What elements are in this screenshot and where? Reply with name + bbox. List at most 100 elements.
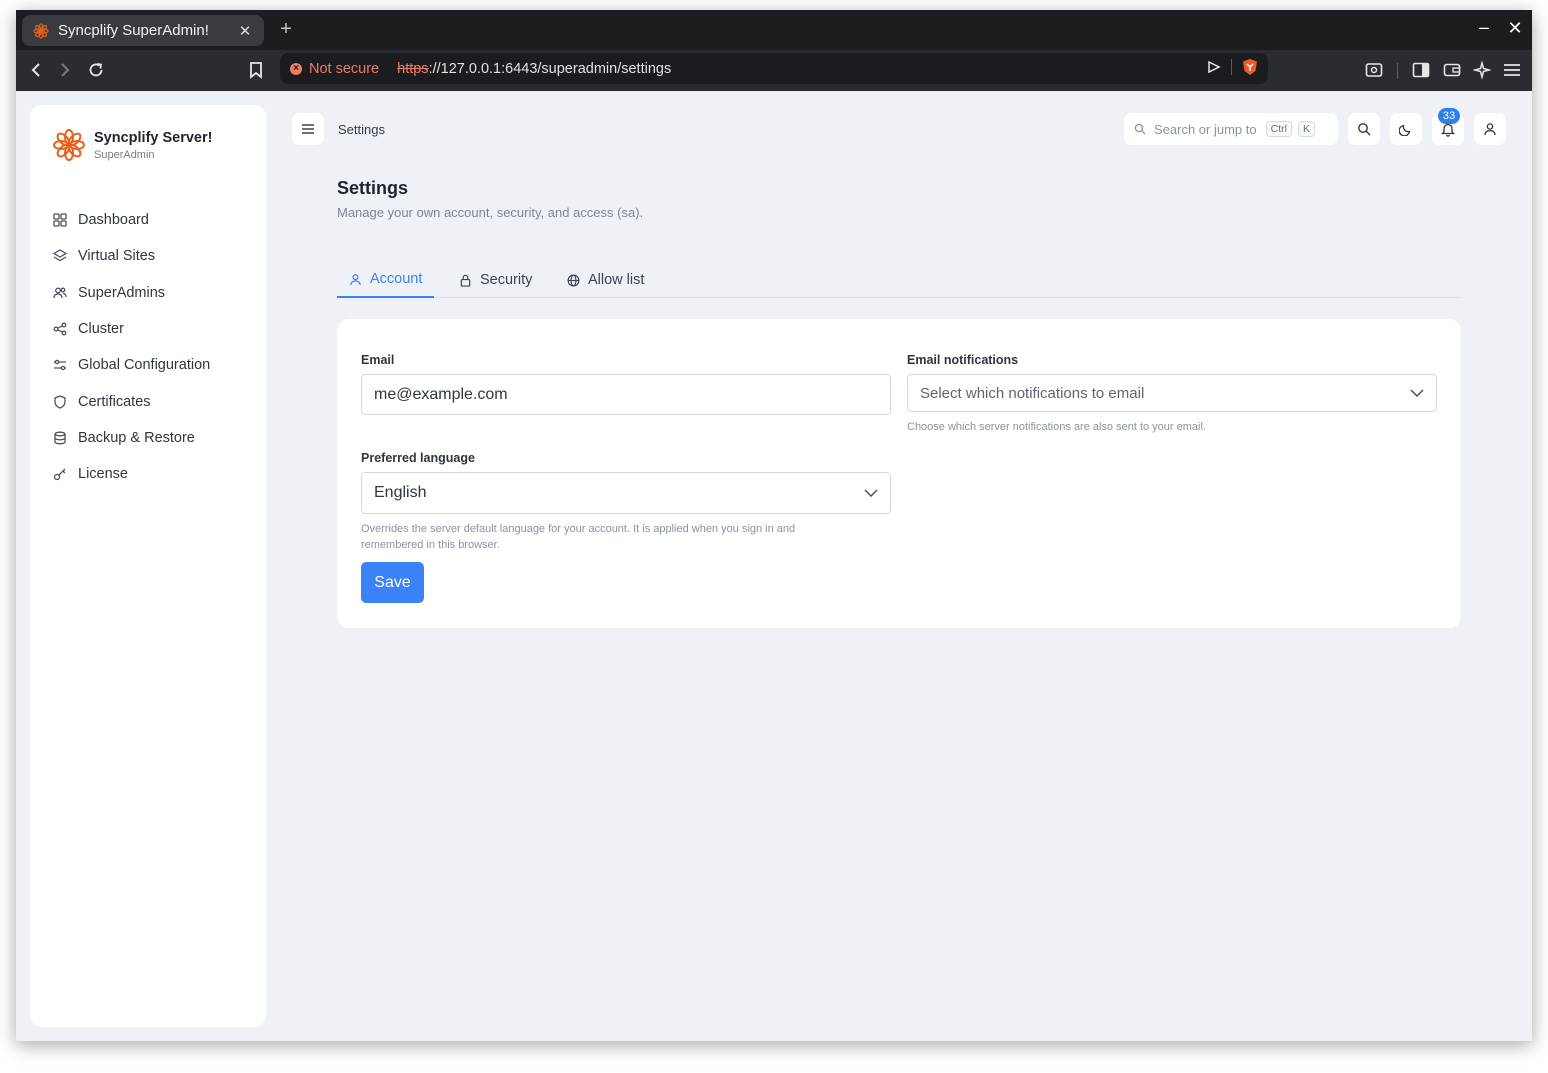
chevron-down-icon <box>864 489 878 497</box>
sidebar-item-certificates[interactable]: Certificates <box>52 383 252 419</box>
database-icon <box>52 430 68 446</box>
moon-icon <box>1399 124 1411 136</box>
sidebar-item-label: Certificates <box>78 393 151 410</box>
sidebar-item-label: Global Configuration <box>78 357 211 374</box>
leo-ai-button[interactable] <box>1470 58 1494 82</box>
brand-subtitle: SuperAdmin <box>94 148 155 161</box>
email-value: me@example.com <box>374 385 508 403</box>
sidebar-item-label: SuperAdmins <box>78 284 166 301</box>
user-icon <box>350 273 361 285</box>
sidebar-item-label: Cluster <box>78 321 124 338</box>
search-placeholder: Search or jump to <box>1154 121 1257 137</box>
bookmark-button[interactable] <box>244 58 268 82</box>
globe-icon <box>567 274 580 286</box>
syncplify-flower-icon <box>52 128 86 162</box>
browser-window: Syncplify SuperAdmin! ✕ + – ✕ × Not secu… <box>16 10 1532 1041</box>
tab-close-icon[interactable]: ✕ <box>236 22 254 40</box>
sidebar-item-label: License <box>78 466 128 483</box>
back-button[interactable] <box>24 58 48 82</box>
address-bar[interactable]: × Not secure https ://127.0.0.1:6443/sup… <box>280 53 1268 84</box>
search-input[interactable]: Search or jump to Ctrl K <box>1124 113 1338 145</box>
preferred-language-help: Overrides the server default language fo… <box>361 521 795 553</box>
sidebar-nav: Dashboard Virtual Sites SuperAdmins Clus… <box>52 202 252 492</box>
screenshot-icon <box>1365 63 1383 77</box>
tab-account[interactable]: Account <box>337 262 435 298</box>
breadcrumb: Settings <box>338 122 385 137</box>
main-menu-button[interactable] <box>1500 58 1524 82</box>
notification-count-badge: 33 <box>1438 108 1460 124</box>
hamburger-icon <box>302 124 314 134</box>
shortcut-key-ctrl: Ctrl <box>1265 121 1292 137</box>
url-text: ://127.0.0.1:6443/superadmin/settings <box>428 60 672 77</box>
screenshot-button[interactable] <box>1362 58 1386 82</box>
save-button[interactable]: Save <box>361 562 424 603</box>
bookmark-icon <box>250 62 262 79</box>
tab-title: Syncplify SuperAdmin! <box>58 22 209 39</box>
sidebar-item-superadmins[interactable]: SuperAdmins <box>52 275 252 311</box>
tab-label: Allow list <box>588 272 645 288</box>
shield-icon <box>52 394 68 410</box>
reload-button[interactable] <box>84 58 108 82</box>
lock-icon <box>460 274 471 287</box>
email-label: Email <box>361 353 395 367</box>
theme-toggle-button[interactable] <box>1390 113 1422 145</box>
window-minimize-button[interactable]: – <box>1476 17 1492 38</box>
sidebar: Syncplify Server! SuperAdmin Dashboard V… <box>30 105 266 1027</box>
help-line: remembered in this browser. <box>361 539 500 551</box>
security-label[interactable]: Not secure <box>309 61 379 77</box>
sidebar-item-label: Backup & Restore <box>78 429 195 446</box>
page-title: Settings <box>337 178 409 198</box>
sidebar-item-virtual-sites[interactable]: Virtual Sites <box>52 238 252 274</box>
brand[interactable]: Syncplify Server! SuperAdmin <box>52 128 212 162</box>
wallet-button[interactable] <box>1440 58 1464 82</box>
window-close-button[interactable]: ✕ <box>1506 18 1524 39</box>
shortcut-key-k: K <box>1297 121 1315 137</box>
sidebar-item-backup-restore[interactable]: Backup & Restore <box>52 420 252 456</box>
reload-icon <box>89 63 103 77</box>
help-line: Overrides the server default language fo… <box>361 523 796 535</box>
key-icon <box>52 466 68 482</box>
search-icon <box>1358 123 1371 136</box>
divider <box>1231 59 1232 75</box>
menu-toggle-button[interactable] <box>292 113 324 145</box>
user-icon <box>1484 123 1496 136</box>
browser-tab[interactable]: Syncplify SuperAdmin! ✕ <box>22 15 264 46</box>
preferred-language-value: English <box>374 484 427 501</box>
email-notifications-help: Choose which server notifications are al… <box>907 421 1206 433</box>
sidebar-item-license[interactable]: License <box>52 456 252 492</box>
hamburger-icon <box>1504 64 1520 76</box>
divider <box>1397 63 1398 79</box>
not-secure-icon: × <box>290 62 302 75</box>
tab-bar: Syncplify SuperAdmin! ✕ + – ✕ <box>16 10 1532 50</box>
chevron-right-icon <box>61 63 70 77</box>
search-button[interactable] <box>1348 113 1380 145</box>
sidebar-item-cluster[interactable]: Cluster <box>52 311 252 347</box>
layers-icon <box>52 248 68 264</box>
sidebar-toggle-button[interactable] <box>1409 58 1433 82</box>
sidebar-item-label: Dashboard <box>78 212 149 229</box>
tab-label: Security <box>480 272 533 288</box>
grid-icon <box>52 212 68 228</box>
users-icon <box>52 285 68 301</box>
brand-name: Syncplify Server! <box>94 129 213 146</box>
share-icon <box>52 321 68 337</box>
chevron-left-icon <box>31 63 40 77</box>
sidebar-item-dashboard[interactable]: Dashboard <box>52 202 252 238</box>
brave-shield-icon[interactable] <box>1242 58 1258 76</box>
sidebar-panel-icon <box>1412 62 1430 78</box>
browser-toolbar: × Not secure https ://127.0.0.1:6443/sup… <box>16 50 1532 91</box>
page-subtitle: Manage your own account, security, and a… <box>337 205 644 220</box>
tab-allow-list[interactable]: Allow list <box>555 262 656 298</box>
forward-button[interactable] <box>53 58 77 82</box>
preferred-language-select[interactable]: English <box>361 472 891 514</box>
wallet-icon <box>1443 63 1461 77</box>
email-field[interactable]: me@example.com <box>361 374 891 415</box>
url-scheme: https <box>397 60 429 77</box>
tab-security[interactable]: Security <box>447 262 544 298</box>
sliders-icon <box>52 357 68 373</box>
send-icon[interactable] <box>1207 60 1221 74</box>
user-menu-button[interactable] <box>1474 113 1506 145</box>
new-tab-button[interactable]: + <box>276 18 296 40</box>
email-notifications-select[interactable]: Select which notifications to email <box>907 374 1437 412</box>
sidebar-item-global-configuration[interactable]: Global Configuration <box>52 347 252 383</box>
